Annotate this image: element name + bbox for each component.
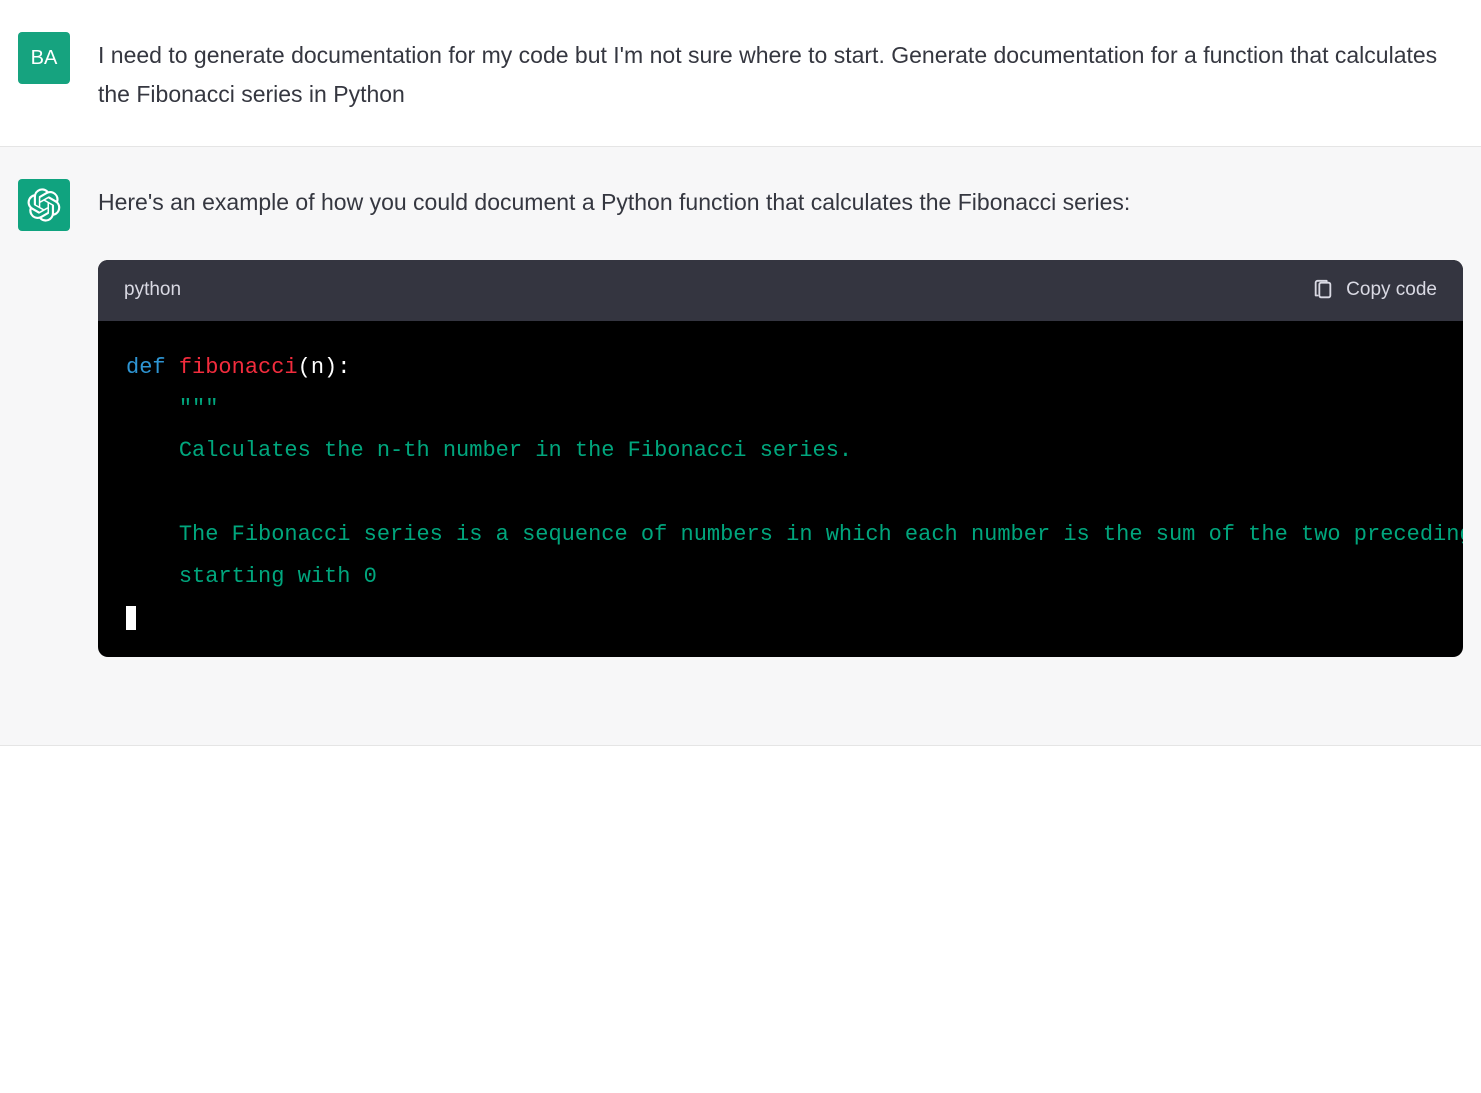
assistant-message-row: Here's an example of how you could docum… xyxy=(0,147,1481,746)
copy-code-button[interactable]: Copy code xyxy=(1312,274,1437,306)
code-language-label: python xyxy=(124,274,181,306)
code-block: python Copy code def fibonacci(n): """ C… xyxy=(98,260,1463,657)
clipboard-icon xyxy=(1312,279,1334,301)
code-token-docstring: """ xyxy=(179,396,219,421)
code-token-docstring: starting with 0 xyxy=(179,564,377,589)
code-token-keyword: def xyxy=(126,355,166,380)
assistant-avatar xyxy=(18,179,70,231)
code-token-param: n xyxy=(311,355,324,380)
code-token-punct: ): xyxy=(324,355,350,380)
typing-cursor xyxy=(126,606,136,630)
code-token-docstring: Calculates the n-th number in the Fibona… xyxy=(179,438,852,463)
assistant-intro-text: Here's an example of how you could docum… xyxy=(98,183,1463,222)
code-token-funcname: fibonacci xyxy=(179,355,298,380)
code-token-docstring: The Fibonacci series is a sequence of nu… xyxy=(179,522,1463,547)
copy-code-label: Copy code xyxy=(1346,274,1437,306)
user-message-text: I need to generate documentation for my … xyxy=(98,32,1463,114)
user-message-row: BA I need to generate documentation for … xyxy=(0,0,1481,147)
code-token-punct: ( xyxy=(298,355,311,380)
openai-logo-icon xyxy=(27,188,61,222)
user-avatar: BA xyxy=(18,32,70,84)
user-avatar-initials: BA xyxy=(31,47,58,70)
code-block-header: python Copy code xyxy=(98,260,1463,320)
code-body[interactable]: def fibonacci(n): """ Calculates the n-t… xyxy=(98,321,1463,658)
assistant-message-content: Here's an example of how you could docum… xyxy=(98,179,1463,657)
